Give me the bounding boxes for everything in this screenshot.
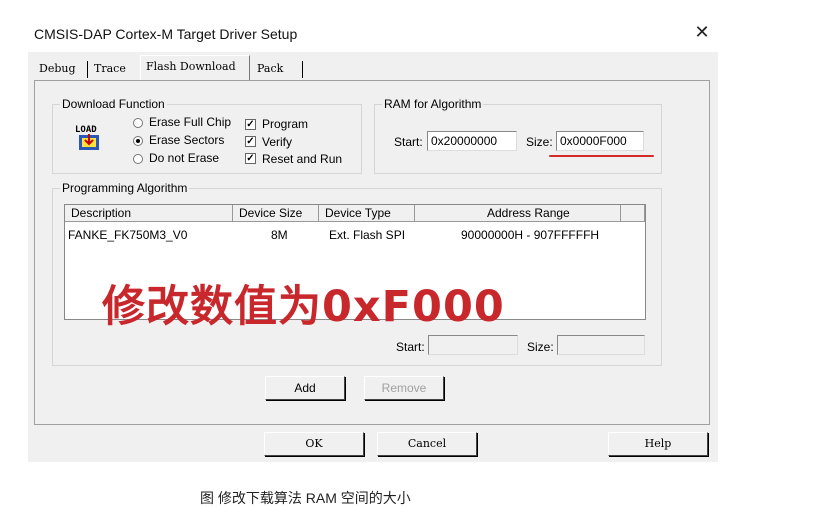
tab-trace[interactable]: Trace — [89, 58, 139, 80]
close-icon[interactable]: ✕ — [692, 22, 712, 42]
tab-debug[interactable]: Debug — [34, 58, 86, 80]
do-not-erase-label: Do not Erase — [149, 151, 220, 165]
algo-start-label: Start: — [396, 340, 425, 354]
column-header-address-range[interactable]: Address Range — [415, 205, 621, 222]
column-header-device-size[interactable]: Device Size — [233, 205, 319, 222]
column-header-filler — [621, 205, 645, 222]
tab-separator — [87, 61, 88, 78]
tab-pack[interactable]: Pack — [252, 58, 292, 80]
load-icon: LOAD — [74, 122, 104, 152]
do-not-erase-radio[interactable] — [133, 154, 143, 164]
window-title: CMSIS-DAP Cortex-M Target Driver Setup — [34, 26, 298, 42]
row-address-range: 90000000H - 907FFFFFH — [461, 228, 600, 242]
ram-start-label: Start: — [394, 135, 423, 149]
programming-algorithm-legend: Programming Algorithm — [60, 181, 190, 195]
erase-full-chip-label: Erase Full Chip — [149, 115, 232, 129]
figure-caption: 图 修改下载算法 RAM 空间的大小 — [200, 490, 411, 506]
download-function-legend: Download Function — [60, 97, 167, 111]
program-label: Program — [262, 117, 309, 131]
remove-button[interactable]: Remove — [364, 376, 444, 400]
annotation-text: 修改数值为0xF000 — [102, 282, 505, 332]
cancel-button[interactable]: Cancel — [377, 432, 477, 456]
tab-flash-download[interactable]: Flash Download — [140, 55, 250, 80]
ram-size-input[interactable]: 0x0000F000 — [556, 131, 644, 151]
algo-size-input[interactable] — [557, 335, 645, 355]
erase-full-chip-radio[interactable] — [133, 118, 143, 128]
row-description: FANKE_FK750M3_V0 — [68, 228, 188, 242]
verify-checkbox[interactable]: ✓ — [245, 136, 256, 147]
erase-sectors-radio[interactable] — [133, 136, 143, 146]
row-device-size: 8M — [271, 228, 288, 242]
ok-button[interactable]: OK — [264, 432, 364, 456]
reset-and-run-label: Reset and Run — [262, 152, 343, 166]
ram-size-label: Size: — [526, 135, 553, 149]
highlight-underline — [549, 155, 654, 157]
add-button[interactable]: Add — [265, 376, 345, 400]
ram-start-input[interactable]: 0x20000000 — [427, 131, 517, 151]
ram-for-algorithm-legend: RAM for Algorithm — [382, 97, 484, 111]
column-header-device-type[interactable]: Device Type — [319, 205, 415, 222]
tab-separator — [302, 61, 303, 78]
erase-sectors-label: Erase Sectors — [149, 133, 225, 147]
algo-start-input[interactable] — [428, 335, 518, 355]
row-device-type: Ext. Flash SPI — [329, 228, 406, 242]
program-checkbox[interactable]: ✓ — [245, 119, 256, 130]
column-header-description[interactable]: Description — [65, 205, 233, 222]
help-button[interactable]: Help — [608, 432, 708, 456]
svg-text:LOAD: LOAD — [75, 125, 97, 135]
algo-size-label: Size: — [527, 340, 554, 354]
reset-and-run-checkbox[interactable]: ✓ — [245, 153, 256, 164]
verify-label: Verify — [262, 135, 293, 149]
